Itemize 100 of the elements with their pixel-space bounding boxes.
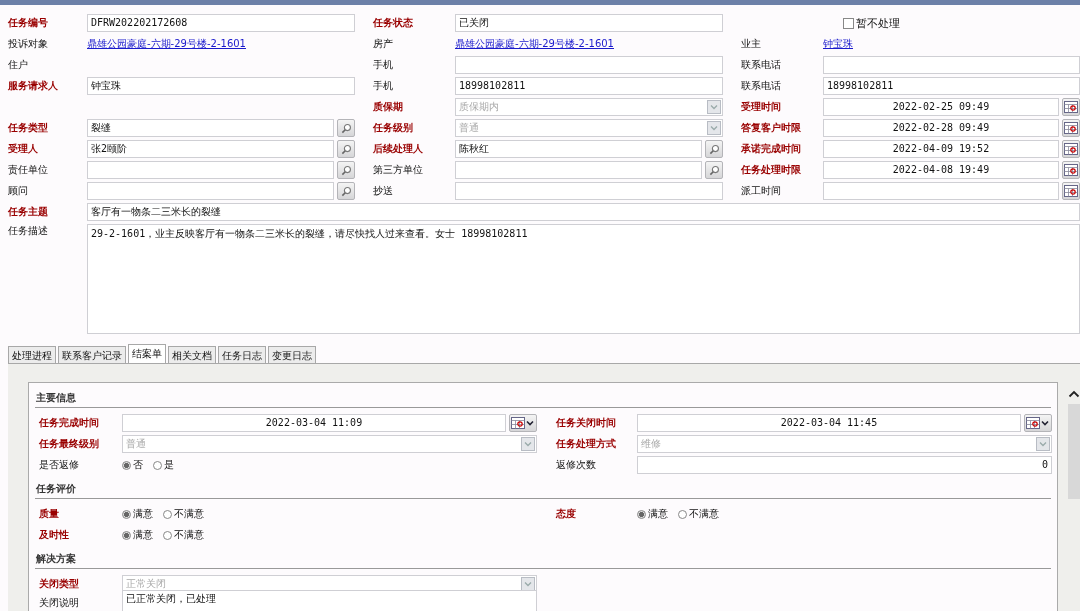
field-label: 任务编号 [8, 16, 49, 30]
input-field[interactable]: 18998102811 [823, 77, 1080, 95]
input-field[interactable]: 0 [637, 456, 1052, 474]
field-label: 顾问 [8, 184, 29, 198]
calendar-button[interactable] [509, 414, 537, 432]
radio-button[interactable]: 不满意 [678, 507, 719, 521]
date-field[interactable] [823, 182, 1059, 200]
date-field[interactable]: 2022-04-09 19:52 [823, 140, 1059, 158]
field-label: 及时性 [39, 528, 70, 542]
calendar-icon [1064, 185, 1078, 197]
field-label: 任务关闭时间 [555, 416, 617, 430]
text-area[interactable]: 29-2-1601，业主反映客厅有一物条二三米长的裂缝，请尽快找人过来查看。女士 18998102811 [87, 224, 1080, 334]
search-button[interactable] [705, 140, 723, 158]
input-field[interactable]: 客厅有一物条二三米长的裂缝 [87, 203, 1080, 221]
input-field[interactable]: DFRW202202172608 [87, 14, 355, 32]
section-title: 解决方案 [35, 552, 1051, 569]
search-icon [340, 185, 352, 197]
field-label: 联系电话 [740, 79, 782, 93]
field-label: 联系电话 [740, 58, 782, 72]
search-button[interactable] [337, 140, 355, 158]
radio-button[interactable]: 满意 [637, 507, 668, 521]
field-label: 任务类型 [8, 121, 49, 135]
field-label: 是否返修 [39, 458, 80, 472]
tab[interactable]: 结案单 [128, 344, 166, 363]
field-label: 关闭类型 [39, 577, 80, 591]
search-icon [340, 122, 352, 134]
search-button[interactable] [705, 161, 723, 179]
input-field[interactable] [87, 182, 334, 200]
calendar-icon [1064, 143, 1078, 155]
field-label: 承诺完成时间 [740, 142, 802, 156]
calendar-button[interactable] [1062, 98, 1080, 116]
input-field[interactable] [87, 161, 334, 179]
field-label: 关闭说明 [39, 596, 80, 610]
calendar-button[interactable] [1062, 119, 1080, 137]
input-field[interactable]: 裂缝 [87, 119, 334, 137]
link[interactable]: 鼎雄公园豪庭-六期-29号楼-2-1601 [87, 37, 246, 51]
checkbox[interactable]: 暂不处理 [823, 15, 900, 31]
field-label: 责任单位 [8, 163, 49, 177]
radio-button[interactable]: 否 [122, 458, 143, 472]
input-field[interactable] [823, 56, 1080, 74]
field-label: 任务描述 [8, 224, 49, 238]
tab[interactable]: 相关文档 [168, 346, 216, 363]
date-field[interactable]: 2022-03-04 11:09 [122, 414, 506, 432]
radio-button[interactable]: 不满意 [163, 528, 204, 542]
date-field[interactable]: 2022-03-04 11:45 [637, 414, 1021, 432]
radio-button[interactable]: 满意 [122, 507, 153, 521]
input-field[interactable]: 张2颐阶 [87, 140, 334, 158]
link[interactable]: 钟宝珠 [823, 37, 853, 51]
calendar-button[interactable] [1062, 182, 1080, 200]
field-label: 派工时间 [740, 184, 782, 198]
calendar-icon [511, 417, 535, 429]
input-field[interactable]: 已关闭 [455, 14, 723, 32]
calendar-icon [1026, 417, 1050, 429]
search-button[interactable] [337, 161, 355, 179]
search-icon [708, 164, 720, 176]
tab[interactable]: 变更日志 [268, 346, 316, 363]
search-button[interactable] [337, 182, 355, 200]
tab[interactable]: 处理进程 [8, 346, 56, 363]
calendar-button[interactable] [1062, 161, 1080, 179]
radio-button[interactable]: 是 [153, 458, 174, 472]
section-title: 主要信息 [35, 391, 1051, 408]
scroll-up-icon [1068, 390, 1080, 398]
field-label: 受理人 [8, 142, 39, 156]
field-label: 受理时间 [740, 100, 782, 114]
field-label: 任务完成时间 [39, 416, 100, 430]
tab[interactable]: 任务日志 [218, 346, 266, 363]
radio-button[interactable]: 满意 [122, 528, 153, 542]
tab[interactable]: 联系客户记录 [58, 346, 126, 363]
search-icon [340, 164, 352, 176]
field-label: 住户 [8, 58, 29, 72]
input-field[interactable]: 钟宝珠 [87, 77, 355, 95]
input-field[interactable] [455, 56, 723, 74]
input-field[interactable] [455, 161, 702, 179]
field-label: 任务主题 [8, 205, 49, 219]
radio-button[interactable]: 不满意 [163, 507, 204, 521]
calendar-button[interactable] [1024, 414, 1052, 432]
input-field[interactable] [455, 182, 723, 200]
date-field[interactable]: 2022-02-28 09:49 [823, 119, 1059, 137]
calendar-button[interactable] [1062, 140, 1080, 158]
field-label: 任务最终级别 [39, 437, 100, 451]
input-field[interactable]: 18998102811 [455, 77, 723, 95]
search-button[interactable] [337, 119, 355, 137]
field-label: 房产 [372, 37, 394, 51]
field-label: 任务级别 [372, 121, 414, 135]
field-label: 投诉对象 [8, 37, 49, 51]
field-label: 业主 [740, 37, 762, 51]
calendar-icon [1064, 164, 1078, 176]
section-title: 任务评价 [35, 482, 1051, 499]
text-area[interactable]: 已正常关闭，已处理 [122, 590, 537, 611]
date-field[interactable]: 2022-04-08 19:49 [823, 161, 1059, 179]
search-icon [708, 143, 720, 155]
calendar-icon [1064, 122, 1078, 134]
link[interactable]: 鼎雄公园豪庭-六期-29号楼-2-1601 [455, 37, 614, 51]
field-label: 第三方单位 [372, 163, 424, 177]
date-field[interactable]: 2022-02-25 09:49 [823, 98, 1059, 116]
calendar-icon [1064, 101, 1078, 113]
input-field[interactable]: 陈秋红 [455, 140, 702, 158]
field-label: 答复客户时限 [740, 121, 802, 135]
field-label: 任务处理时限 [740, 163, 802, 177]
field-label: 态度 [554, 507, 577, 521]
